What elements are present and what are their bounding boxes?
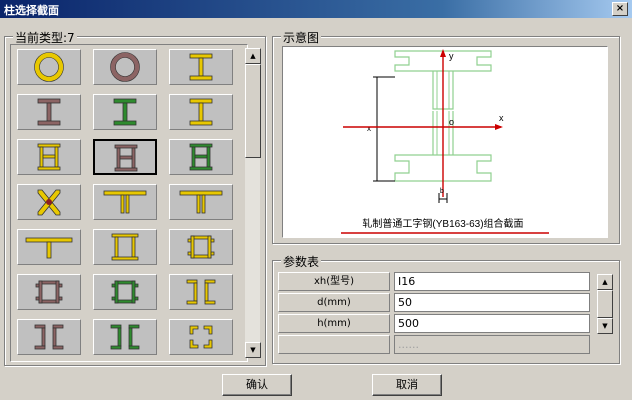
param-row: ...... bbox=[278, 335, 590, 355]
origin-label: o bbox=[449, 117, 454, 127]
ok-button[interactable]: 确认 bbox=[222, 374, 292, 396]
param-row: d(mm) 50 bbox=[278, 293, 590, 313]
double-t-icon bbox=[103, 190, 147, 214]
param-label-empty bbox=[278, 335, 390, 354]
cancel-button[interactable]: 取消 bbox=[372, 374, 442, 396]
param-row: xh(型号) I16 bbox=[278, 272, 590, 292]
i-beam-gold-icon bbox=[189, 98, 213, 126]
section-type-option[interactable] bbox=[17, 229, 81, 265]
double-channel-box-icon bbox=[111, 233, 139, 261]
height-dim-label: x bbox=[367, 124, 371, 133]
brown-bracket-box-icon bbox=[35, 280, 63, 304]
t-section-icon bbox=[25, 237, 73, 259]
double-i-beam-icon bbox=[37, 143, 61, 171]
params-label: 参数表 bbox=[281, 253, 322, 270]
double-i-brown-icon bbox=[114, 144, 138, 172]
section-type-option[interactable] bbox=[17, 49, 81, 85]
params-scroll-up-button[interactable]: ▲ bbox=[597, 274, 613, 290]
section-type-option[interactable] bbox=[93, 274, 157, 310]
section-type-option[interactable] bbox=[169, 319, 233, 355]
h-beam-icon bbox=[189, 53, 213, 81]
section-type-option[interactable] bbox=[169, 274, 233, 310]
section-type-option[interactable] bbox=[169, 139, 233, 175]
close-button[interactable]: × bbox=[612, 2, 628, 16]
section-type-option[interactable] bbox=[93, 139, 157, 175]
i-beam-green-icon bbox=[113, 98, 137, 126]
section-type-option[interactable] bbox=[17, 184, 81, 220]
corner-box-icon bbox=[189, 325, 213, 349]
window-title: 柱选择截面 bbox=[4, 4, 59, 17]
section-type-option[interactable] bbox=[17, 274, 81, 310]
section-type-option[interactable] bbox=[169, 229, 233, 265]
section-type-option[interactable] bbox=[169, 184, 233, 220]
section-diagram: x y x o b 轧制普通工字钢(YB163-63)组合截面 bbox=[282, 46, 608, 238]
param-label-model: xh(型号) bbox=[278, 272, 390, 291]
cross-angle-icon bbox=[37, 189, 61, 216]
section-type-option[interactable] bbox=[169, 49, 233, 85]
width-dim-label: b bbox=[440, 188, 444, 195]
double-i-green-icon bbox=[189, 143, 213, 171]
section-type-option[interactable] bbox=[93, 184, 157, 220]
section-type-option[interactable] bbox=[93, 94, 157, 130]
section-drawing: x y x o b 轧制普通工字钢(YB163-63)组合截面 bbox=[341, 49, 549, 234]
section-type-option[interactable] bbox=[17, 94, 81, 130]
param-input-d[interactable]: 50 bbox=[394, 293, 590, 312]
section-type-option[interactable] bbox=[17, 319, 81, 355]
section-type-option[interactable] bbox=[17, 139, 81, 175]
round-tube-icon bbox=[110, 52, 140, 82]
x-axis-label: x bbox=[499, 113, 504, 123]
params-scrollbar[interactable]: ▲ ▼ bbox=[596, 274, 613, 334]
diagram-caption: 轧制普通工字钢(YB163-63)组合截面 bbox=[362, 217, 523, 230]
double-channel-icon bbox=[186, 279, 216, 305]
params-scroll-thumb[interactable] bbox=[597, 290, 613, 318]
param-input-h[interactable]: 500 bbox=[394, 314, 590, 333]
section-type-option[interactable] bbox=[169, 94, 233, 130]
param-label-d: d(mm) bbox=[278, 293, 390, 312]
scroll-down-button[interactable]: ▼ bbox=[245, 342, 261, 358]
param-input-disabled: ...... bbox=[394, 335, 590, 354]
param-input-model[interactable]: I16 bbox=[394, 272, 590, 291]
params-table: xh(型号) I16 d(mm) 50 h(mm) 500 ...... bbox=[278, 272, 590, 356]
y-axis-label: y bbox=[449, 51, 454, 61]
section-type-option[interactable] bbox=[93, 229, 157, 265]
section-type-option[interactable] bbox=[93, 49, 157, 85]
double-channel-brown-icon bbox=[34, 324, 64, 350]
section-type-grid bbox=[10, 44, 248, 362]
double-t-small-icon bbox=[179, 190, 223, 214]
i-beam-icon bbox=[37, 98, 61, 126]
channel-box-icon bbox=[187, 235, 215, 259]
scroll-up-button[interactable]: ▲ bbox=[245, 48, 261, 64]
params-scroll-down-button[interactable]: ▼ bbox=[597, 318, 613, 334]
diagram-label: 示意图 bbox=[281, 29, 322, 46]
title-bar: 柱选择截面 × bbox=[0, 0, 632, 18]
type-grid-scrollbar[interactable]: ▲ ▼ bbox=[244, 48, 261, 358]
green-bracket-box-icon bbox=[111, 280, 139, 304]
circular-tube-icon bbox=[34, 52, 64, 82]
scroll-thumb[interactable] bbox=[245, 64, 261, 158]
double-channel-green-icon bbox=[110, 324, 140, 350]
param-row: h(mm) 500 bbox=[278, 314, 590, 334]
section-type-option[interactable] bbox=[93, 319, 157, 355]
param-label-h: h(mm) bbox=[278, 314, 390, 333]
